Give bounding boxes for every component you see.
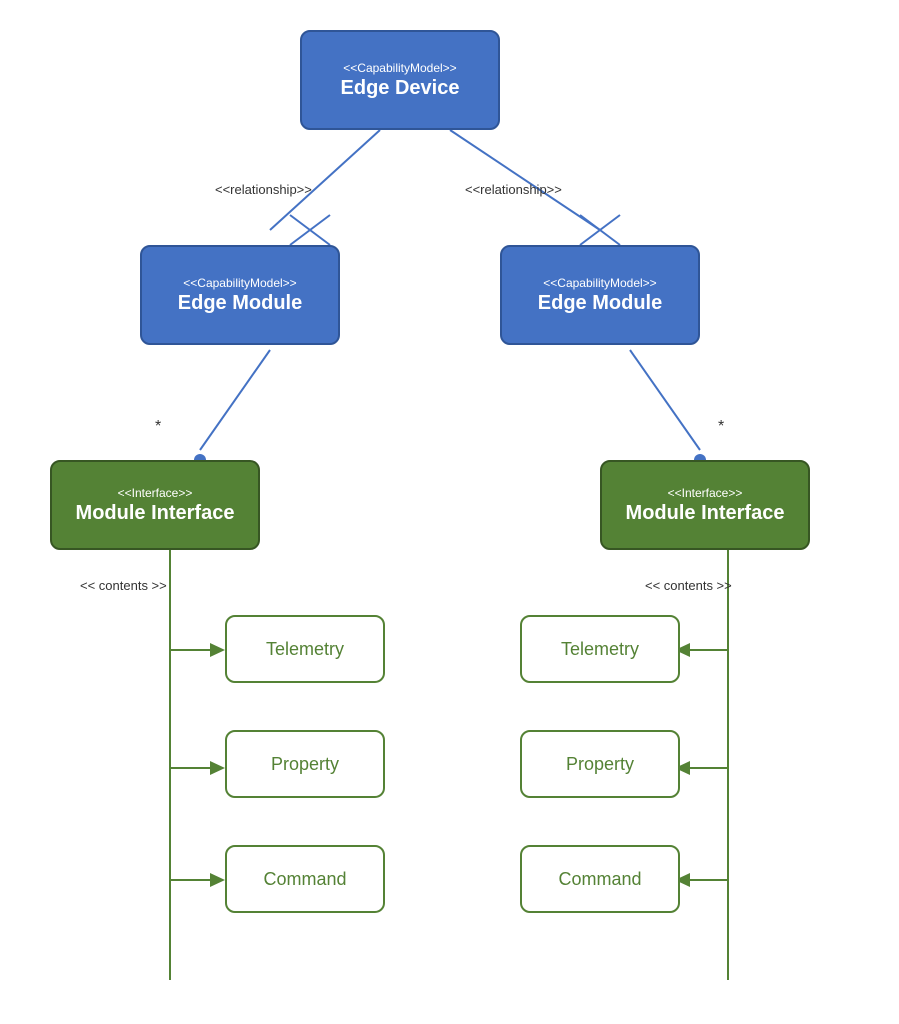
right-command-box: Command <box>520 845 680 913</box>
module-interface-left-stereotype: <<Interface>> <box>118 486 193 500</box>
edge-module-left-node: <<CapabilityModel>> Edge Module <box>140 245 340 345</box>
right-telemetry-box: Telemetry <box>520 615 680 683</box>
right-property-label: Property <box>566 754 634 775</box>
edge-module-right-node: <<CapabilityModel>> Edge Module <box>500 245 700 345</box>
module-interface-right-stereotype: <<Interface>> <box>668 486 743 500</box>
contents-left-label: << contents >> <box>80 578 167 593</box>
left-telemetry-label: Telemetry <box>266 639 344 660</box>
edge-module-left-title: Edge Module <box>178 292 302 315</box>
edge-module-right-title: Edge Module <box>538 292 662 315</box>
left-telemetry-box: Telemetry <box>225 615 385 683</box>
contents-right-label: << contents >> <box>645 578 732 593</box>
right-command-label: Command <box>558 869 641 890</box>
left-command-box: Command <box>225 845 385 913</box>
module-interface-left-title: Module Interface <box>76 502 235 525</box>
module-interface-right-title: Module Interface <box>626 502 785 525</box>
right-telemetry-label: Telemetry <box>561 639 639 660</box>
left-property-label: Property <box>271 754 339 775</box>
multiplicity-left-label: * <box>155 418 161 436</box>
left-command-label: Command <box>263 869 346 890</box>
edge-device-node: <<CapabilityModel>> Edge Device <box>300 30 500 130</box>
edge-module-left-stereotype: <<CapabilityModel>> <box>183 276 296 290</box>
right-property-box: Property <box>520 730 680 798</box>
edge-device-title: Edge Device <box>341 77 460 100</box>
edge-device-stereotype: <<CapabilityModel>> <box>343 61 456 75</box>
relationship-right-label: <<relationship>> <box>465 182 562 197</box>
multiplicity-right-label: * <box>718 418 724 436</box>
diagram-container: <<CapabilityModel>> Edge Device <<relati… <box>0 0 899 1024</box>
edge-module-right-stereotype: <<CapabilityModel>> <box>543 276 656 290</box>
module-interface-right-node: <<Interface>> Module Interface <box>600 460 810 550</box>
relationship-left-label: <<relationship>> <box>215 182 312 197</box>
module-interface-left-node: <<Interface>> Module Interface <box>50 460 260 550</box>
left-property-box: Property <box>225 730 385 798</box>
